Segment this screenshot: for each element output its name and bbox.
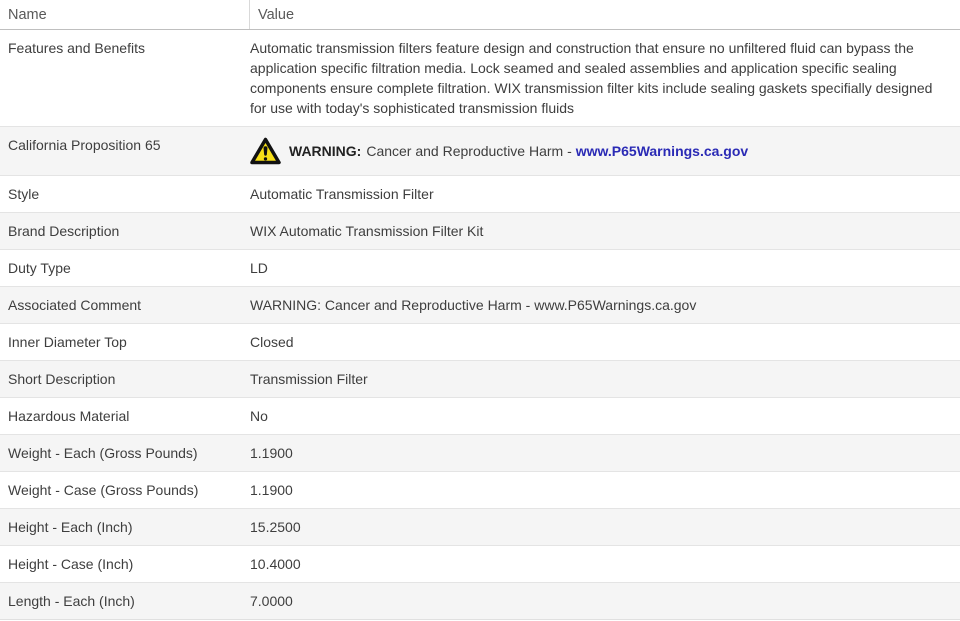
spec-name: Weight - Each (Gross Pounds) [8, 445, 198, 461]
column-header-name: Name [0, 0, 250, 29]
spec-name: Hazardous Material [8, 408, 130, 424]
spec-value: 7.0000 [250, 593, 293, 609]
spec-value: Automatic Transmission Filter [250, 186, 434, 202]
table-row: Brand Description WIX Automatic Transmiss… [0, 212, 960, 249]
table-row: Hazardous Material No [0, 397, 960, 434]
warning-label: WARNING: [289, 143, 362, 159]
spec-value-prop65: WARNING: Cancer and Reproductive Harm - ww… [250, 127, 960, 175]
spec-value: 10.4000 [250, 556, 301, 572]
warning-text: Cancer and Reproductive Harm - [366, 143, 572, 159]
spec-name: Length - Each (Inch) [8, 593, 135, 609]
table-row: Height - Each (Inch) 15.2500 [0, 508, 960, 545]
spec-name: Inner Diameter Top [8, 334, 127, 350]
spec-value: Transmission Filter [250, 371, 368, 387]
table-row: Weight - Case (Gross Pounds) 1.1900 [0, 471, 960, 508]
spec-value: WIX Automatic Transmission Filter Kit [250, 223, 484, 239]
spec-value: 15.2500 [250, 519, 301, 535]
spec-value: LD [250, 260, 268, 276]
spec-name: Associated Comment [8, 297, 142, 313]
spec-rows: Features and Benefits Automatic transmiss… [0, 30, 960, 620]
spec-name: California Proposition 65 [8, 137, 161, 153]
spec-value: Automatic transmission filters feature d… [250, 40, 933, 116]
table-header-row: Name Value [0, 0, 960, 30]
spec-name: Duty Type [8, 260, 71, 276]
table-row: Short Description Transmission Filter [0, 360, 960, 397]
spec-value: Closed [250, 334, 294, 350]
table-row: Height - Case (Inch) 10.4000 [0, 545, 960, 582]
spec-name: Height - Each (Inch) [8, 519, 133, 535]
spec-name: Features and Benefits [8, 40, 145, 56]
spec-name: Height - Case (Inch) [8, 556, 134, 572]
spec-value: No [250, 408, 268, 424]
table-row: Length - Each (Inch) 7.0000 [0, 582, 960, 619]
table-row: Duty Type LD [0, 249, 960, 286]
spec-value: 1.1900 [250, 445, 293, 461]
table-row: California Proposition 65 WARNING: Cancer … [0, 126, 960, 175]
table-row: Style Automatic Transmission Filter [0, 175, 960, 212]
table-row: Inner Diameter Top Closed [0, 323, 960, 360]
table-row: Weight - Each (Gross Pounds) 1.1900 [0, 434, 960, 471]
spec-name: Brand Description [8, 223, 120, 239]
column-header-value: Value [258, 6, 295, 23]
warning-triangle-icon [250, 137, 281, 165]
spec-name: Style [8, 186, 40, 202]
spec-name: Weight - Case (Gross Pounds) [8, 482, 199, 498]
table-row: Associated Comment WARNING: Cancer and Re… [0, 286, 960, 323]
spec-value: WARNING: Cancer and Reproductive Harm - … [250, 297, 697, 313]
table-row: Features and Benefits Automatic transmiss… [0, 30, 960, 126]
product-spec-table: Name Value Features and Benefits Automati… [0, 0, 960, 620]
spec-name: Short Description [8, 371, 116, 387]
p65-warnings-link[interactable]: www.P65Warnings.ca.gov [576, 141, 748, 161]
spec-value: 1.1900 [250, 482, 293, 498]
